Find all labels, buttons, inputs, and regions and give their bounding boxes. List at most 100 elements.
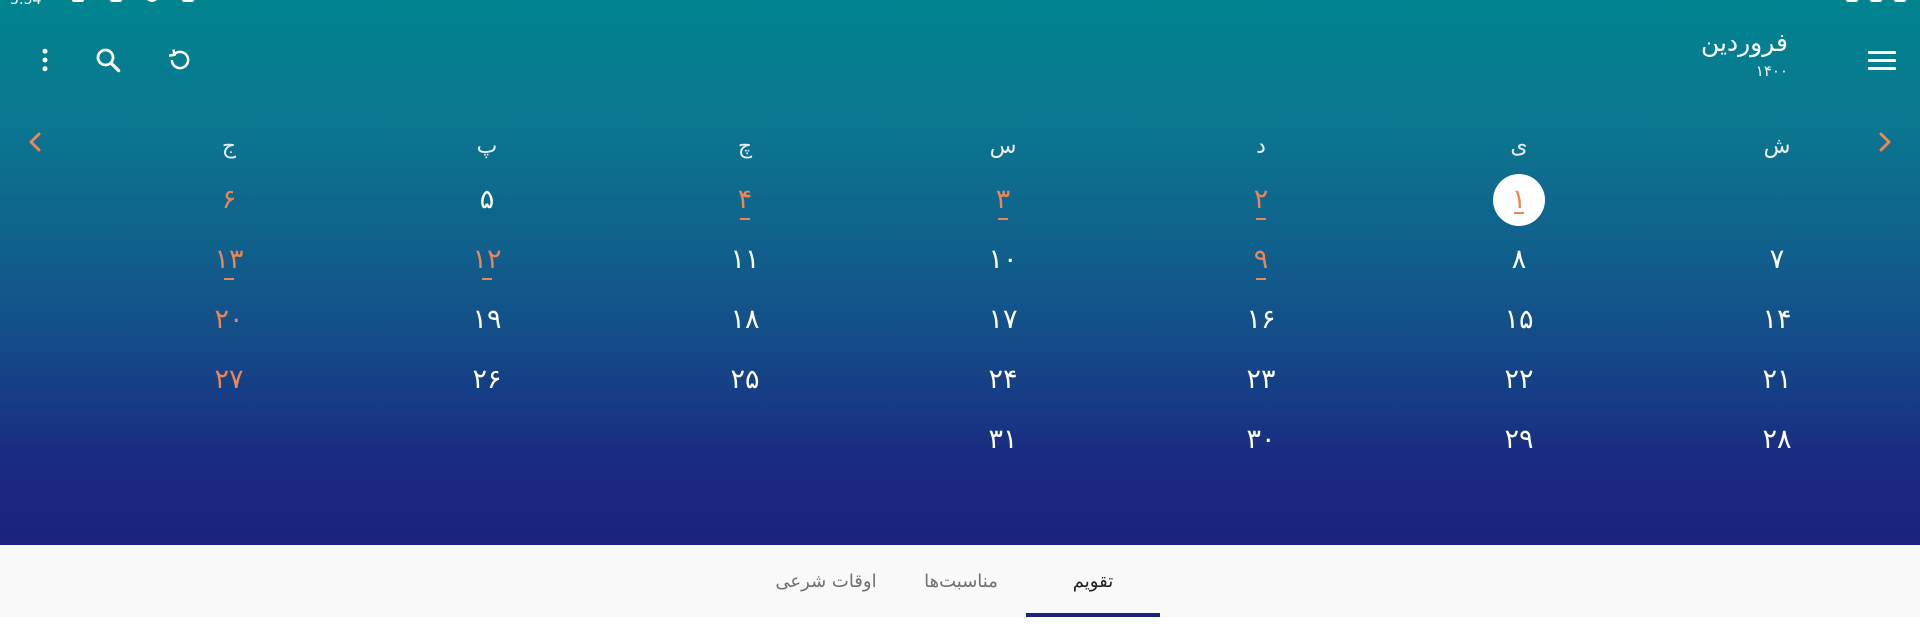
day-cell[interactable]: ۲۶ (358, 350, 616, 410)
day-cell[interactable]: ۲۹ (1390, 410, 1648, 470)
weekday-header: ج (221, 134, 237, 159)
day-number: ۹ (1253, 244, 1269, 280)
day-number: ۱۷ (988, 304, 1018, 335)
more-options-button[interactable] (25, 40, 65, 80)
day-cell[interactable]: ۱۲ (358, 230, 616, 290)
day-cell[interactable]: ۱۳ (100, 230, 358, 290)
calendar-month-grid: ش ی د س چ پ ج ۱ ۲ ۳ ۴ ۵ ۶ ۷ ۸ ۹ ۱۰ ۱۱ ۱۲ ۱۳ ۱۴ ۱۵ ۱۶ ۱۷ ۱۸ ۱۹ ۲۰ ۲۱… (56, 122, 1906, 462)
day-cell[interactable]: ۲۵ (616, 350, 874, 410)
day-number: ۴ (737, 184, 753, 220)
status-time: 5:54 (10, 0, 42, 8)
day-number: ۷ (1769, 244, 1785, 275)
day-number: ۱۹ (472, 304, 502, 335)
tab-calendar-label: تقویم (1072, 570, 1114, 592)
tab-events-label: مناسبت‌ها (924, 570, 998, 592)
weekday-header: د (1256, 134, 1266, 159)
chevron-left-icon (29, 132, 41, 152)
calendar-header-panel: 5:54 فروردین ۱۴۰۰ ش ی د س چ پ ج ۱ ۲ ۳ ۴ … (0, 0, 1920, 545)
weekday-header: پ (476, 134, 498, 159)
day-cell[interactable]: ۳ (874, 170, 1132, 230)
day-number: ۱۳ (214, 244, 244, 280)
empty-day-cell (358, 410, 616, 470)
day-cell[interactable]: ۲۷ (100, 350, 358, 410)
notification-icon (146, 0, 158, 2)
day-number: ۲ (1253, 184, 1269, 220)
toolbar-title[interactable]: فروردین ۱۴۰۰ (1701, 26, 1788, 80)
day-cell[interactable]: ۲۰ (100, 290, 358, 350)
more-vert-icon (42, 48, 48, 72)
day-number: ۶ (221, 184, 237, 215)
menu-button[interactable] (1862, 40, 1902, 80)
day-number: ۲۰ (214, 304, 244, 335)
menu-icon (1868, 50, 1896, 54)
day-cell[interactable]: ۱۸ (616, 290, 874, 350)
day-cell[interactable]: ۱۶ (1132, 290, 1390, 350)
day-cell[interactable]: ۲ (1132, 170, 1390, 230)
day-cell[interactable]: ۷ (1648, 230, 1906, 290)
day-cell[interactable]: ۶ (100, 170, 358, 230)
day-cell[interactable]: ۱۹ (358, 290, 616, 350)
signal-icon (1870, 0, 1882, 2)
day-cell[interactable]: ۲۸ (1648, 410, 1906, 470)
notification-icon (72, 0, 84, 2)
day-number: ۱۰ (988, 244, 1018, 275)
previous-month-button[interactable] (20, 127, 50, 157)
day-number: ۱۱ (730, 244, 760, 275)
refresh-button[interactable] (160, 40, 200, 80)
tab-prayer-times-label: اوقات شرعی (775, 570, 877, 592)
weekday-header: ی (1510, 134, 1528, 159)
day-number: ۸ (1511, 244, 1527, 275)
day-cell[interactable]: ۹ (1132, 230, 1390, 290)
day-cell[interactable]: ۲۳ (1132, 350, 1390, 410)
day-number: ۳۰ (1246, 424, 1276, 455)
day-number: ۲۳ (1246, 364, 1276, 395)
day-cell[interactable]: ۱۷ (874, 290, 1132, 350)
month-title: فروردین (1700, 28, 1788, 57)
day-number: ۲۹ (1504, 424, 1534, 455)
day-number: ۱۸ (730, 304, 760, 335)
day-cell[interactable]: ۱۰ (874, 230, 1132, 290)
day-number: ۱۶ (1246, 304, 1276, 335)
day-cell[interactable]: ۳۱ (874, 410, 1132, 470)
day-cell[interactable]: ۲۲ (1390, 350, 1648, 410)
search-button[interactable] (88, 40, 128, 80)
wifi-icon (1846, 0, 1858, 2)
day-number: ۳ (995, 184, 1011, 220)
tab-prayer-times[interactable]: اوقات شرعی (766, 545, 886, 617)
day-number: ۲۷ (214, 364, 244, 395)
day-cell[interactable]: ۲۴ (874, 350, 1132, 410)
tab-events[interactable]: مناسبت‌ها (902, 545, 1020, 617)
empty-day-cell (100, 410, 358, 470)
weekday-header: س (989, 134, 1017, 159)
day-number: ۲۱ (1762, 364, 1792, 395)
day-cell[interactable]: ۱۵ (1390, 290, 1648, 350)
calendar-app: 5:54 فروردین ۱۴۰۰ ش ی د س چ پ ج ۱ ۲ ۳ ۴ … (0, 0, 1920, 630)
status-bar: 5:54 (0, 0, 1920, 8)
day-cell-today[interactable]: ۱ (1390, 170, 1648, 230)
day-cell[interactable]: ۸ (1390, 230, 1648, 290)
year-subtitle: ۱۴۰۰ (1755, 62, 1788, 80)
weekday-header: ش (1763, 134, 1791, 159)
tab-calendar[interactable]: تقویم (1026, 545, 1160, 617)
navigation-bar-area (0, 617, 1920, 630)
day-number: ۲۴ (988, 364, 1018, 395)
day-number: ۲۲ (1504, 364, 1534, 395)
day-number: ۱۵ (1504, 304, 1534, 335)
day-number: ۲۶ (472, 364, 502, 395)
day-cell[interactable]: ۱۴ (1648, 290, 1906, 350)
day-cell[interactable]: ۳۰ (1132, 410, 1390, 470)
day-cell[interactable]: ۱۱ (616, 230, 874, 290)
day-number: ۱ (1493, 174, 1545, 226)
empty-day-cell (616, 410, 874, 470)
day-number: ۳۱ (988, 424, 1018, 455)
day-cell[interactable]: ۵ (358, 170, 616, 230)
day-cell[interactable]: ۴ (616, 170, 874, 230)
weekday-header: چ (737, 134, 753, 159)
bottom-tab-bar: تقویم مناسبت‌ها اوقات شرعی (0, 545, 1920, 617)
search-icon (96, 48, 121, 73)
day-number: ۱۴ (1762, 304, 1792, 335)
day-number: ۲۵ (730, 364, 760, 395)
notification-icon (110, 0, 122, 2)
day-cell[interactable]: ۲۱ (1648, 350, 1906, 410)
day-number: ۲۸ (1762, 424, 1792, 455)
